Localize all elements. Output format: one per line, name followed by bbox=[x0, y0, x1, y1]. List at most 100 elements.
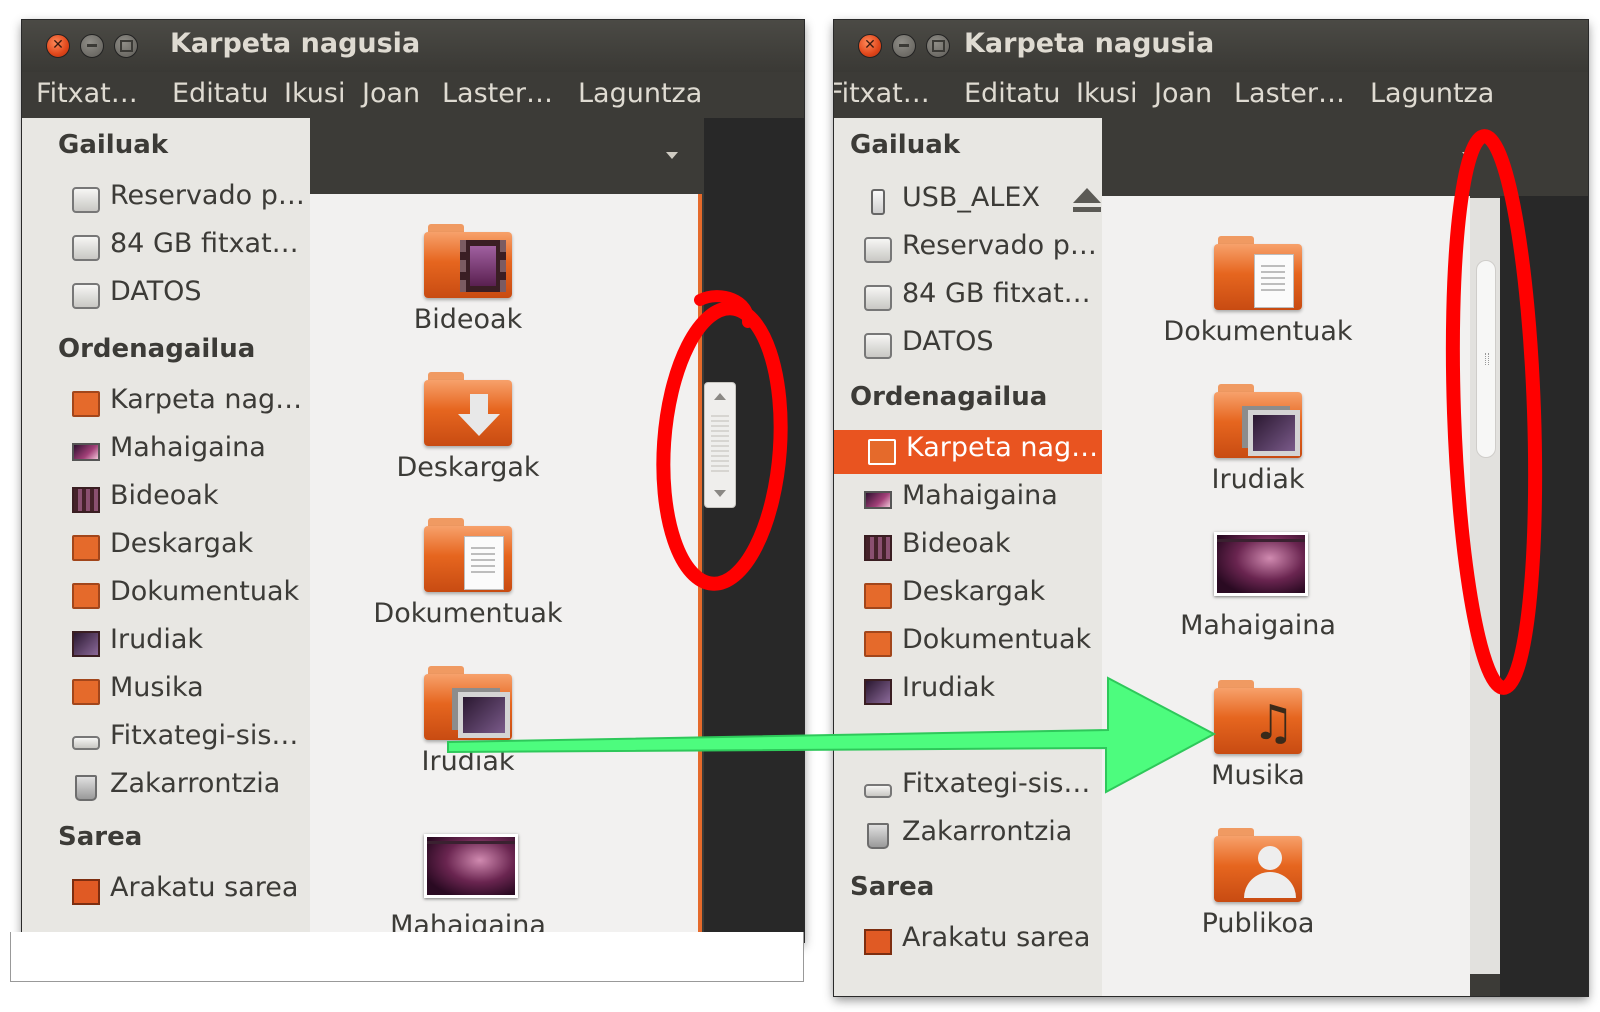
file-item-documents[interactable]: Dokumentuak bbox=[1148, 236, 1368, 356]
file-item-label: Dokumentuak bbox=[1163, 316, 1353, 347]
scroll-thumb[interactable] bbox=[711, 415, 729, 475]
file-item-pictures[interactable]: Irudiak bbox=[358, 666, 578, 786]
menu-edit[interactable]: Editatu bbox=[172, 78, 269, 109]
sidebar-item-label: Fitxategi-sis… bbox=[110, 720, 299, 751]
file-item-downloads[interactable]: Deskargak bbox=[358, 372, 578, 492]
file-item-documents[interactable]: Dokumentuak bbox=[358, 518, 578, 638]
filesystem-icon bbox=[864, 784, 892, 798]
file-view: Dokumentuak Irudiak Mahaigaina ♫ Musika … bbox=[1102, 196, 1470, 996]
sidebar-item-trash[interactable]: Zakarrontzia bbox=[22, 766, 310, 810]
file-item-label: Publikoa bbox=[1201, 908, 1315, 939]
sidebar-item-label: Dokumentuak bbox=[110, 576, 300, 607]
menu-bookmarks[interactable]: Laster… bbox=[1234, 78, 1345, 109]
file-item-public[interactable]: Publikoa bbox=[1148, 828, 1368, 948]
sidebar-item-label: DATOS bbox=[110, 276, 202, 307]
sidebar-item-label: Irudiak bbox=[110, 624, 203, 655]
menu-edit[interactable]: Editatu bbox=[964, 78, 1061, 109]
sidebar-item-label: Reservado p… bbox=[902, 230, 1097, 261]
documents-folder-icon bbox=[424, 518, 512, 594]
sidebar-item-home[interactable]: Karpeta nag… bbox=[22, 382, 310, 426]
sidebar-item-usb[interactable]: USB_ALEX bbox=[834, 180, 1102, 224]
file-item-desktop[interactable]: Mahaigaina bbox=[1148, 532, 1368, 652]
sidebar-item-desktop[interactable]: Mahaigaina bbox=[834, 478, 1102, 522]
sidebar-item-reservado[interactable]: Reservado p… bbox=[22, 178, 310, 222]
sidebar-item-datos[interactable]: DATOS bbox=[834, 324, 1102, 368]
menu-go[interactable]: Joan bbox=[362, 78, 420, 109]
network-icon bbox=[864, 929, 892, 955]
close-window-button[interactable]: ✕ bbox=[46, 34, 70, 58]
sidebar-item-documents[interactable]: Dokumentuak bbox=[22, 574, 310, 618]
menu-bookmarks[interactable]: Laster… bbox=[442, 78, 553, 109]
sidebar-item-label: Deskargak bbox=[902, 576, 1046, 607]
chevron-down-icon[interactable] bbox=[1462, 152, 1474, 159]
maximize-window-button[interactable] bbox=[114, 34, 138, 58]
documents-folder-icon bbox=[1214, 236, 1302, 312]
pictures-icon bbox=[72, 631, 100, 657]
file-item-pictures[interactable]: Irudiak bbox=[1148, 384, 1368, 504]
sidebar-item-documents[interactable]: Dokumentuak bbox=[834, 622, 1102, 666]
desktop-icon bbox=[864, 491, 892, 509]
sidebar-item-music[interactable]: Musika bbox=[22, 670, 310, 714]
sidebar-item-filesystem[interactable]: Fitxategi-sis… bbox=[22, 718, 310, 762]
eject-icon[interactable] bbox=[1072, 188, 1102, 216]
window-title: Karpeta nagusia bbox=[170, 28, 421, 59]
sidebar-item-browse-network[interactable]: Arakatu sarea bbox=[22, 870, 310, 914]
file-view: Bideoak Deskargak Dokumentuak Irudiak Ma… bbox=[310, 194, 700, 942]
music-folder-icon bbox=[72, 679, 100, 705]
sidebar-item-label: Reservado p… bbox=[110, 180, 305, 211]
menu-go[interactable]: Joan bbox=[1154, 78, 1212, 109]
desktop-background bbox=[704, 118, 804, 942]
sidebar-item-filesystem[interactable]: Fitxategi-sis… bbox=[834, 766, 1102, 810]
home-folder-icon bbox=[72, 391, 100, 417]
sidebar-item-label: Arakatu sarea bbox=[110, 872, 299, 903]
public-folder-icon bbox=[1214, 828, 1302, 904]
menu-help[interactable]: Laguntza bbox=[1370, 78, 1494, 109]
menu-view[interactable]: Ikusi bbox=[1076, 78, 1137, 109]
sidebar-item-videos[interactable]: Bideoak bbox=[22, 478, 310, 522]
file-item-label: Deskargak bbox=[396, 452, 540, 483]
places-sidebar: Gailuak Reservado p… 84 GB fitxat… DATOS… bbox=[22, 118, 310, 942]
menu-view[interactable]: Ikusi bbox=[284, 78, 345, 109]
section-computer: Ordenagailua bbox=[58, 334, 256, 364]
sidebar-item-datos[interactable]: DATOS bbox=[22, 274, 310, 318]
sidebar-item-label: Arakatu sarea bbox=[902, 922, 1091, 953]
menu-help[interactable]: Laguntza bbox=[578, 78, 702, 109]
sidebar-item-pictures[interactable]: Irudiak bbox=[22, 622, 310, 666]
sidebar-item-pictures[interactable]: Irudiak bbox=[834, 670, 1102, 714]
file-item-videos[interactable]: Bideoak bbox=[358, 224, 578, 344]
minimize-window-button[interactable] bbox=[80, 34, 104, 58]
sidebar-item-desktop[interactable]: Mahaigaina bbox=[22, 430, 310, 474]
section-computer: Ordenagailua bbox=[850, 382, 1048, 412]
sidebar-item-label: Karpeta nag… bbox=[906, 432, 1099, 463]
sidebar-item-downloads[interactable]: Deskargak bbox=[834, 574, 1102, 618]
minimize-window-button[interactable] bbox=[892, 34, 916, 58]
scrollbar[interactable] bbox=[704, 382, 736, 508]
sidebar-item-84gb[interactable]: 84 GB fitxat… bbox=[834, 276, 1102, 320]
section-network: Sarea bbox=[58, 822, 143, 852]
sidebar-item-home[interactable]: Karpeta nag… bbox=[834, 430, 1102, 474]
sidebar-item-reservado[interactable]: Reservado p… bbox=[834, 228, 1102, 272]
menu-bar: Fitxat… Editatu Ikusi Joan Laster… Lagun… bbox=[22, 72, 804, 118]
file-item-music[interactable]: ♫ Musika bbox=[1148, 680, 1368, 800]
videos-icon bbox=[864, 535, 892, 561]
maximize-window-button[interactable] bbox=[926, 34, 950, 58]
sidebar-item-label: Irudiak bbox=[902, 672, 995, 703]
scroll-up-icon[interactable] bbox=[714, 393, 726, 400]
sidebar-item-label: Zakarrontzia bbox=[902, 816, 1073, 847]
title-bar: ✕ Karpeta nagusia bbox=[22, 20, 804, 72]
scroll-thumb[interactable] bbox=[1476, 260, 1496, 458]
sidebar-item-browse-network[interactable]: Arakatu sarea bbox=[834, 920, 1102, 964]
menu-file[interactable]: Fitxat… bbox=[834, 78, 930, 109]
sidebar-item-downloads[interactable]: Deskargak bbox=[22, 526, 310, 570]
videos-icon bbox=[72, 487, 100, 513]
network-icon bbox=[72, 879, 100, 905]
file-item-desktop[interactable]: Mahaigaina bbox=[358, 816, 578, 941]
sidebar-item-videos[interactable]: Bideoak bbox=[834, 526, 1102, 570]
scroll-down-icon[interactable] bbox=[714, 490, 726, 497]
sidebar-item-label: USB_ALEX bbox=[902, 182, 1040, 213]
sidebar-item-trash[interactable]: Zakarrontzia bbox=[834, 814, 1102, 858]
chevron-down-icon[interactable] bbox=[666, 152, 678, 159]
menu-file[interactable]: Fitxat… bbox=[36, 78, 138, 109]
close-window-button[interactable]: ✕ bbox=[858, 34, 882, 58]
sidebar-item-84gb[interactable]: 84 GB fitxat… bbox=[22, 226, 310, 270]
